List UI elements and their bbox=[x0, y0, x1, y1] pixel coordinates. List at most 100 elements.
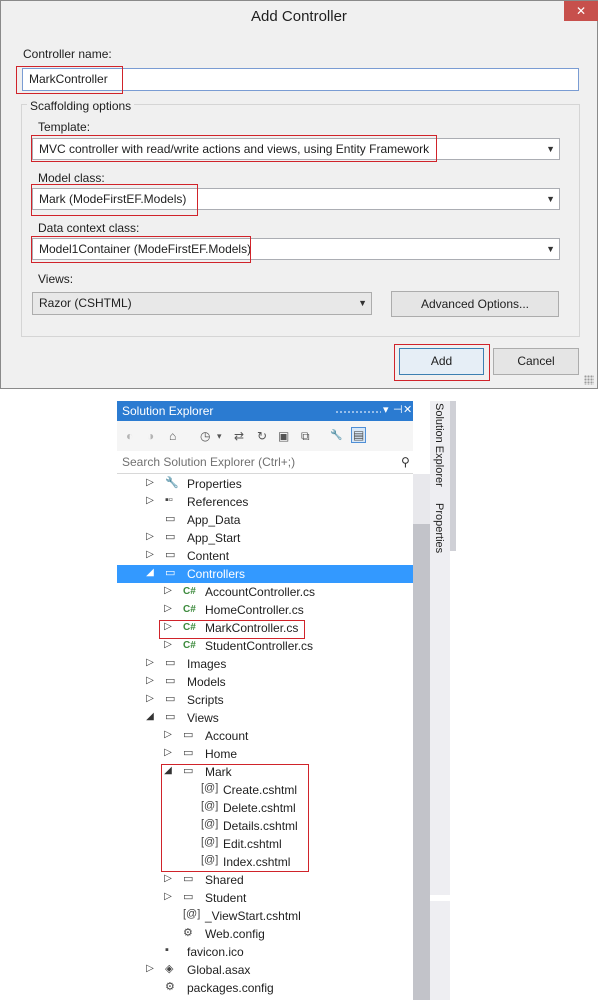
chevron-down-icon: ▼ bbox=[546, 144, 555, 154]
references-icon: ▪▫ bbox=[165, 494, 173, 506]
advanced-options-button[interactable]: Advanced Options... bbox=[391, 291, 559, 317]
model-class-select[interactable]: Mark (ModeFirstEF.Models) ▼ bbox=[32, 188, 560, 210]
razor-file-icon: [@] bbox=[201, 800, 219, 812]
tree-item[interactable]: [@] Edit.cshtml bbox=[117, 835, 413, 853]
collapsed-arrow-icon[interactable]: ▷ bbox=[163, 603, 173, 614]
ico-file-icon: ▪ bbox=[165, 944, 169, 956]
template-select[interactable]: MVC controller with read/write actions a… bbox=[32, 138, 560, 160]
back-icon[interactable]: ◐ bbox=[126, 429, 133, 443]
views-label: Views: bbox=[38, 272, 74, 286]
forward-icon[interactable]: ◑ bbox=[147, 429, 154, 443]
collapsed-arrow-icon[interactable]: ▷ bbox=[163, 747, 173, 758]
tree-item[interactable]: ▷ C# HomeController.cs bbox=[117, 601, 413, 619]
refresh-icon[interactable]: ↻ bbox=[257, 429, 267, 443]
add-button[interactable]: Add bbox=[399, 348, 484, 375]
tree-item[interactable]: [@] Create.cshtml bbox=[117, 781, 413, 799]
dropdown-icon[interactable]: ▾ bbox=[383, 403, 389, 416]
close-icon[interactable]: ✕ bbox=[564, 1, 598, 21]
data-context-select[interactable]: Model1Container (ModeFirstEF.Models) ▼ bbox=[32, 238, 560, 260]
config-file-icon: ⚙ bbox=[183, 927, 193, 939]
collapsed-arrow-icon[interactable]: ▷ bbox=[163, 873, 173, 884]
collapsed-arrow-icon[interactable]: ▷ bbox=[163, 639, 173, 650]
tree-item[interactable]: ▷ ▭ Student bbox=[117, 889, 413, 907]
expanded-arrow-icon[interactable]: ◢ bbox=[145, 711, 155, 722]
pending-changes-icon[interactable]: ◷ bbox=[200, 429, 210, 443]
tree-item[interactable]: ▷ ▭ Account bbox=[117, 727, 413, 745]
drag-handle[interactable] bbox=[335, 410, 381, 414]
resize-grip-icon[interactable] bbox=[584, 375, 594, 385]
template-label: Template: bbox=[38, 120, 91, 134]
folder-open-icon: ▭ bbox=[165, 567, 176, 579]
tab-solution-explorer[interactable]: Solution Explorer bbox=[433, 403, 445, 487]
dropdown-icon[interactable]: ▾ bbox=[217, 429, 222, 443]
collapsed-arrow-icon[interactable]: ▷ bbox=[145, 531, 155, 542]
solution-explorer-panel: Solution Explorer ▾ ⊣ ✕ ◐ ◑ ⌂ ◷ ▾ ⇄ ↻ ▣ … bbox=[117, 401, 413, 1000]
tree-item[interactable]: ⚙ Web.config bbox=[117, 925, 413, 943]
cancel-button[interactable]: Cancel bbox=[493, 348, 579, 375]
collapsed-arrow-icon[interactable]: ▷ bbox=[163, 621, 173, 632]
collapsed-arrow-icon[interactable]: ▷ bbox=[145, 657, 155, 668]
search-icon[interactable]: ⚲ bbox=[401, 455, 410, 469]
collapsed-arrow-icon[interactable]: ▷ bbox=[145, 477, 155, 488]
tree-item[interactable]: [@] _ViewStart.cshtml bbox=[117, 907, 413, 925]
tree-item[interactable]: [@] Delete.cshtml bbox=[117, 799, 413, 817]
dock-icon[interactable]: ⊣ bbox=[393, 403, 403, 416]
collapsed-arrow-icon[interactable]: ▷ bbox=[145, 963, 155, 974]
tree-item[interactable]: [@] Details.cshtml bbox=[117, 817, 413, 835]
tab-properties[interactable]: Properties bbox=[433, 503, 445, 553]
expanded-arrow-icon[interactable]: ◢ bbox=[145, 567, 155, 578]
collapsed-arrow-icon[interactable]: ▷ bbox=[145, 693, 155, 704]
collapse-all-icon[interactable]: ▣ bbox=[278, 429, 289, 443]
tree-item[interactable]: ▪ favicon.ico bbox=[117, 943, 413, 961]
tree-item[interactable]: ▷ ▭ Models bbox=[117, 673, 413, 691]
tree-item[interactable]: ▷ ▭ Home bbox=[117, 745, 413, 763]
tree-item[interactable]: ◢ ▭ Mark bbox=[117, 763, 413, 781]
tree-item[interactable]: ▷ ▪▫ References bbox=[117, 493, 413, 511]
collapsed-arrow-icon[interactable]: ▷ bbox=[145, 675, 155, 686]
tree-item[interactable]: ▷ ▭ Content bbox=[117, 547, 413, 565]
tree-item[interactable]: ⚙ packages.config bbox=[117, 979, 413, 997]
tree-item-label: StudentController.cs bbox=[205, 639, 314, 653]
tree-item[interactable]: ◢ ▭ Views bbox=[117, 709, 413, 727]
expanded-arrow-icon[interactable]: ◢ bbox=[163, 765, 173, 776]
collapsed-arrow-icon[interactable]: ▷ bbox=[163, 891, 173, 902]
sync-icon[interactable]: ⇄ bbox=[234, 429, 244, 443]
collapsed-arrow-icon[interactable]: ▷ bbox=[145, 549, 155, 560]
tree-item-label: Content bbox=[187, 549, 230, 563]
folder-icon: ▭ bbox=[165, 549, 176, 561]
tree-item-label: Models bbox=[187, 675, 226, 689]
razor-file-icon: [@] bbox=[201, 782, 219, 794]
views-select[interactable]: Razor (CSHTML) ▼ bbox=[32, 292, 372, 315]
home-icon[interactable]: ⌂ bbox=[169, 429, 176, 443]
tree-item[interactable]: ▷ C# MarkController.cs bbox=[117, 619, 413, 637]
tree-item[interactable]: ▷ ▭ Images bbox=[117, 655, 413, 673]
close-icon[interactable]: ✕ bbox=[403, 403, 412, 416]
preview-icon[interactable]: ▤ bbox=[351, 427, 367, 443]
folder-icon: ▭ bbox=[165, 693, 176, 705]
properties-icon[interactable]: 🔧 bbox=[330, 429, 342, 443]
collapsed-arrow-icon[interactable]: ▷ bbox=[145, 495, 155, 506]
tree-item[interactable]: ▷ C# StudentController.cs bbox=[117, 637, 413, 655]
tree-item-label: packages.config bbox=[187, 981, 274, 995]
scrollbar-thumb[interactable] bbox=[413, 524, 430, 1000]
tree-item[interactable]: ▷ ◈ Global.asax bbox=[117, 961, 413, 979]
tree-item[interactable]: ▷ ▭ App_Start bbox=[117, 529, 413, 547]
config-file-icon: ⚙ bbox=[165, 981, 175, 993]
chevron-down-icon: ▼ bbox=[546, 194, 555, 204]
tree-item[interactable]: [@] Index.cshtml bbox=[117, 853, 413, 871]
copy-icon[interactable]: ⧉ bbox=[301, 429, 310, 443]
controller-name-field[interactable]: MarkController bbox=[22, 68, 579, 91]
tree-item-label: MarkController.cs bbox=[205, 621, 299, 635]
collapsed-arrow-icon[interactable]: ▷ bbox=[163, 585, 173, 596]
search-box[interactable]: Search Solution Explorer (Ctrl+;) ⚲ ▾ bbox=[117, 451, 413, 474]
razor-file-icon: [@] bbox=[201, 836, 219, 848]
tree-item[interactable]: ▷ ▭ Shared bbox=[117, 871, 413, 889]
tree-item[interactable]: ▭ App_Data bbox=[117, 511, 413, 529]
search-input[interactable]: Search Solution Explorer (Ctrl+;) bbox=[122, 455, 295, 469]
tree-item[interactable]: ◢ ▭ Controllers bbox=[117, 565, 413, 583]
tree-item[interactable]: ▷ ▭ Scripts bbox=[117, 691, 413, 709]
chevron-down-icon: ▼ bbox=[358, 298, 367, 308]
collapsed-arrow-icon[interactable]: ▷ bbox=[163, 729, 173, 740]
tree-item[interactable]: ▷ C# AccountController.cs bbox=[117, 583, 413, 601]
tree-item[interactable]: ▷ 🔧 Properties bbox=[117, 475, 413, 493]
